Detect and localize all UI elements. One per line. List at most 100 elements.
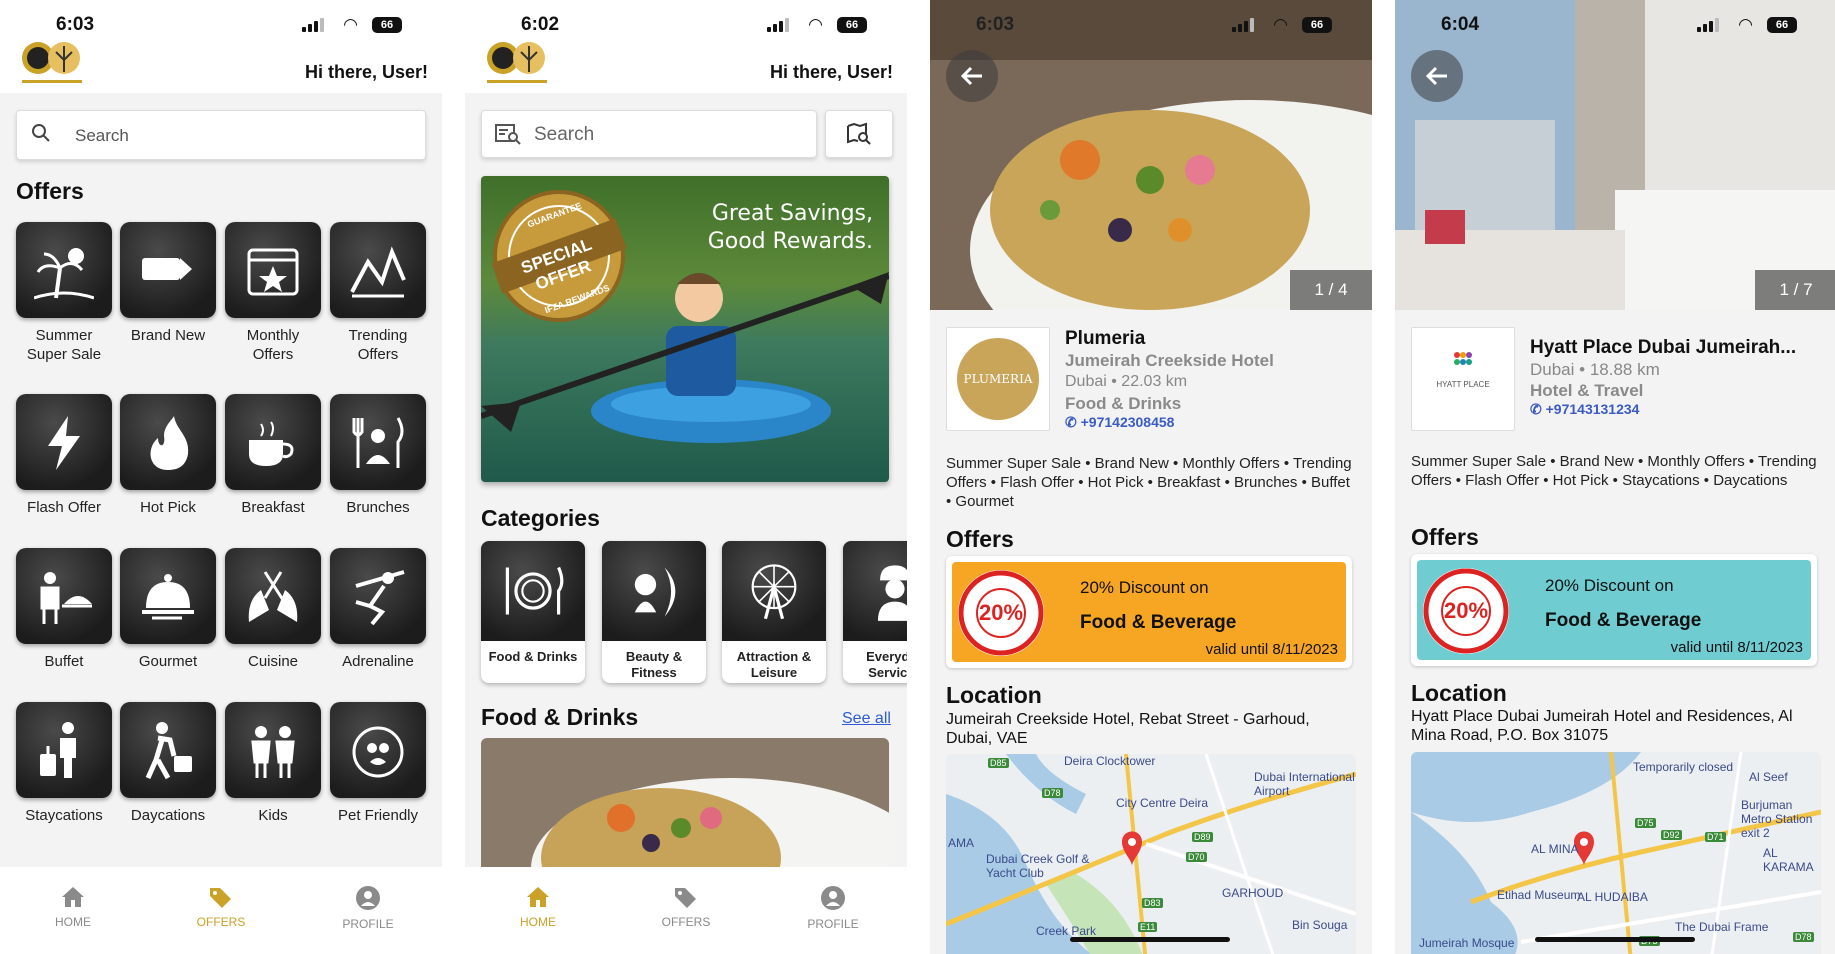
nav-offers[interactable]: OFFERS	[646, 885, 726, 929]
offer-tile[interactable]: Adrenaline	[330, 548, 426, 671]
offer-tile-image	[225, 702, 321, 798]
nav-home[interactable]: HOME	[33, 885, 113, 929]
hyatt-dots-icon	[1454, 352, 1472, 365]
category-tile[interactable]: Attraction & Leisure	[722, 541, 826, 683]
location-title: Location	[946, 682, 1042, 708]
arrow-left-icon	[960, 66, 982, 86]
battery-icon: 66	[1767, 17, 1797, 33]
location-map[interactable]: Temporarily closed Al Seef Burjuman Metro …	[1411, 752, 1821, 954]
coupon-line-1: 20% Discount on	[1545, 576, 1674, 595]
see-all-link[interactable]: See all	[842, 710, 891, 728]
nav-offers[interactable]: OFFERS	[181, 885, 261, 929]
offer-tile[interactable]: Hot Pick	[120, 394, 216, 517]
offer-tile[interactable]: Brunches	[330, 394, 426, 517]
discount-coupon[interactable]: 20% 20% Discount on Food & Beverage vali…	[946, 556, 1352, 668]
offer-tile[interactable]: Buffet	[16, 548, 112, 671]
map-label: Dubai Creek Golf & Yacht Club	[986, 852, 1090, 880]
arrow-left-icon	[1425, 66, 1447, 86]
promo-banner[interactable]: SPECIAL OFFER GUARANTEE IFZA REWARDS Gre…	[481, 176, 889, 482]
search-placeholder: Search	[75, 126, 129, 145]
offers-title: Offers	[1411, 524, 1479, 550]
back-button[interactable]	[946, 50, 998, 102]
badge-text: 20%	[1443, 598, 1489, 623]
map-label: D71	[1705, 832, 1726, 842]
lightning-icon	[48, 416, 80, 470]
offer-tile-label: Brunches	[346, 499, 410, 516]
offer-tile-image	[330, 394, 426, 490]
hero-image[interactable]: 6:03 ◠ 66 1 / 4	[930, 0, 1372, 310]
offer-tile[interactable]: Breakfast	[225, 394, 321, 517]
greeting: Hi there, User!	[304, 62, 428, 82]
search-list-icon	[495, 124, 521, 145]
wifi-icon: ◠	[1273, 15, 1288, 34]
home-indicator	[1070, 937, 1230, 942]
home-icon	[62, 887, 84, 907]
map-label: D78	[1793, 932, 1814, 942]
hero-image[interactable]: 6:04 ◠ 66 1 / 7	[1395, 0, 1835, 310]
food-card-image[interactable]	[481, 738, 889, 868]
offer-tile[interactable]: Summer Super Sale	[16, 222, 112, 364]
app-header: 6:03 ◠ 66 Hi there, User!	[0, 0, 442, 93]
offer-tile[interactable]: Daycations	[120, 702, 216, 825]
offer-tile-image	[16, 548, 112, 644]
map-label: Creek Park	[1036, 924, 1097, 938]
map-label: Temporarily closed	[1633, 760, 1734, 774]
buffet-icon	[40, 572, 92, 624]
venue-logo: HYATT PLACE	[1411, 327, 1515, 431]
battery-icon: 66	[372, 17, 402, 33]
nav-profile[interactable]: PROFILE	[793, 885, 873, 931]
offers-title: Offers	[946, 526, 1014, 552]
location-map[interactable]: Deira Clocktower Dubai International Airp…	[946, 754, 1356, 954]
offer-tile-image	[225, 394, 321, 490]
map-label: Etihad Museum	[1497, 888, 1581, 902]
hyatt-logo-text: HYATT PLACE	[1436, 380, 1490, 389]
category-tile[interactable]: Beauty & Fitness	[602, 541, 706, 683]
flame-icon	[150, 416, 189, 470]
venue-phone[interactable]: ✆ +97142308458	[1065, 414, 1174, 431]
offer-tile[interactable]: Trending Offers	[330, 222, 426, 364]
category-tile[interactable]: Everyday Services	[843, 541, 907, 683]
banner-headline-2: Good Rewards.	[707, 229, 873, 254]
offer-tile[interactable]: Gourmet	[120, 548, 216, 671]
offer-tile[interactable]: Cuisine	[225, 548, 321, 671]
discount-coupon[interactable]: 20% 20% Discount on Food & Beverage vali…	[1411, 554, 1817, 666]
offer-tile-image	[330, 222, 426, 318]
offers-screen: 6:03 ◠ 66 Hi there, User! Search Offers …	[0, 0, 442, 954]
search-input[interactable]: Search	[481, 110, 817, 158]
app-header: 6:02 ◠ 66 Hi there, User!	[465, 0, 907, 93]
wifi-icon: ◠	[1738, 15, 1753, 34]
offer-tile[interactable]: Flash Offer	[16, 394, 112, 517]
status-bar: 6:03 ◠ 66	[930, 0, 1372, 48]
wifi-icon: ◠	[343, 15, 358, 34]
map-search-button[interactable]	[825, 110, 893, 158]
map-label: E11	[1138, 922, 1158, 932]
venue-hotel: Jumeirah Creekside Hotel	[1065, 351, 1274, 370]
category-tile-image	[602, 541, 706, 641]
search-input[interactable]: Search	[16, 110, 426, 160]
venue-phone[interactable]: ✆ +97143131234	[1530, 401, 1639, 418]
offer-tile[interactable]: Staycations	[16, 702, 112, 825]
nav-offers-label: OFFERS	[661, 915, 711, 929]
coffee-croissant-icon	[249, 421, 294, 466]
offer-tile-label: Trending Offers	[348, 327, 408, 363]
nav-home[interactable]: HOME	[498, 885, 578, 929]
map-label: Deira Clocktower	[1064, 754, 1156, 768]
map-label: D89	[1192, 832, 1213, 842]
discount-badge: 20%	[1423, 568, 1509, 654]
new-tag-icon	[142, 258, 192, 280]
back-button[interactable]	[1411, 50, 1463, 102]
plumeria-detail-screen: 6:03 ◠ 66 1 / 4 PLUMERIA Plumeria Jumeir…	[930, 0, 1372, 954]
offer-tile[interactable]: Brand New	[120, 222, 216, 345]
category-tile[interactable]: Food & Drinks	[481, 541, 585, 683]
beauty-icon	[634, 567, 676, 617]
battery-icon: 66	[837, 17, 867, 33]
offer-tile[interactable]: Pet Friendly	[330, 702, 426, 825]
nav-profile[interactable]: PROFILE	[328, 885, 408, 931]
location-title: Location	[1411, 680, 1507, 706]
category-tile-label: Food & Drinks	[488, 649, 578, 664]
offer-tile[interactable]: Monthly Offers	[225, 222, 321, 364]
category-tile-label: Beauty & Fitness	[625, 649, 683, 680]
image-counter: 1 / 4	[1290, 270, 1372, 310]
category-tile-image	[843, 541, 907, 641]
offer-tile[interactable]: Kids	[225, 702, 321, 825]
